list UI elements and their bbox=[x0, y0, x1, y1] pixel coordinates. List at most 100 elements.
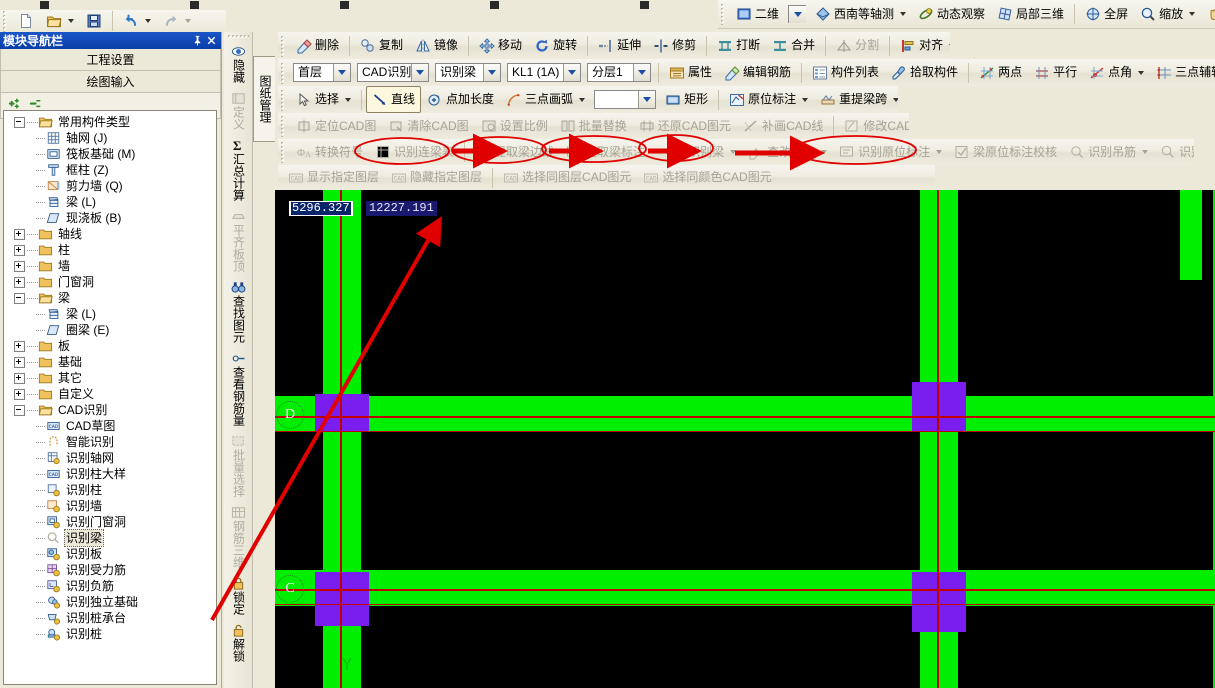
layer-button-hide-specified-layer[interactable]: CAD 隐藏指定图层 bbox=[385, 164, 488, 191]
draw-button-line[interactable]: 直线 bbox=[366, 86, 422, 113]
vbar-button-define[interactable]: 定义 bbox=[224, 88, 252, 135]
edit-button-extend[interactable]: 延伸 bbox=[592, 32, 647, 59]
tree-item-0[interactable]: 常用构件类型 bbox=[4, 114, 216, 130]
menu-item-2[interactable] bbox=[340, 1, 349, 9]
layer-button-select-same-color-cad-element[interactable]: CAD 选择同颜色CAD图元 bbox=[637, 164, 777, 191]
expand-icon[interactable] bbox=[14, 276, 25, 288]
tree-item-19[interactable]: CAD CAD草图 bbox=[4, 418, 216, 434]
cad-button-set-scale[interactable]: 设置比例 bbox=[475, 113, 554, 140]
navigator-row-drawing-input[interactable]: 绘图输入 bbox=[0, 71, 221, 93]
chevron-down-icon[interactable] bbox=[145, 19, 151, 23]
draw-button-three-point-arc[interactable]: 三点画弧 bbox=[500, 86, 591, 113]
view-button-fullscreen[interactable]: 全屏 bbox=[1079, 1, 1134, 28]
tree-item-23[interactable]: 识别柱 bbox=[4, 482, 216, 498]
chevron-down-icon[interactable] bbox=[563, 64, 580, 81]
view-button-sw-isometric[interactable]: 西南等轴测 bbox=[809, 1, 912, 28]
column-c-2[interactable] bbox=[912, 572, 966, 632]
chevron-down-icon[interactable] bbox=[579, 97, 586, 102]
vbar-button-flush-slab-top[interactable]: 平齐板顶 bbox=[224, 206, 252, 277]
collapse-icon[interactable] bbox=[14, 292, 25, 304]
tree-item-24[interactable]: 识别墙 bbox=[4, 498, 216, 514]
context-button-parallel[interactable]: 平行 bbox=[1028, 59, 1083, 86]
toolbar-grip[interactable] bbox=[280, 88, 288, 111]
draw-button-point-add-length[interactable]: 点加长度 bbox=[421, 86, 500, 113]
layer-button-show-specified-layer[interactable]: CAD 显示指定图层 bbox=[282, 164, 385, 191]
open-button[interactable] bbox=[40, 8, 80, 35]
toolbar-grip[interactable] bbox=[280, 141, 288, 163]
context-layer-select[interactable]: 分层1 bbox=[587, 63, 651, 82]
view-two-d-dropdown[interactable] bbox=[788, 5, 807, 23]
chevron-down-icon[interactable] bbox=[185, 19, 191, 23]
beam-button-extract-beam-annotation[interactable]: 提取梁标注 bbox=[560, 139, 663, 166]
tree-item-16[interactable]: 其它 bbox=[4, 370, 216, 386]
component-tree[interactable]: 常用构件类型 轴网 (J) 筏板基础 (M) 框柱 (Z) 剪力墙 (Q) 梁 (L) 现浇… bbox=[3, 110, 217, 685]
chevron-down-icon[interactable] bbox=[68, 19, 74, 23]
edit-button-break[interactable]: 打断 bbox=[711, 32, 766, 59]
tree-item-14[interactable]: 板 bbox=[4, 338, 216, 354]
tree-item-18[interactable]: CAD识别 bbox=[4, 402, 216, 418]
cad-button-supplement-cad-line[interactable]: 补画CAD线 bbox=[737, 113, 829, 140]
context-button-pick-component[interactable]: 拾取构件 bbox=[885, 59, 964, 86]
view-button-zoom[interactable]: 缩放 bbox=[1134, 1, 1201, 28]
chevron-down-icon[interactable] bbox=[333, 64, 350, 81]
tree-item-2[interactable]: 筏板基础 (M) bbox=[4, 146, 216, 162]
cad-button-batch-replace[interactable]: 批量替换 bbox=[554, 113, 633, 140]
context-function-select[interactable]: 识别梁 bbox=[435, 63, 501, 82]
tree-item-27[interactable]: 识别板 bbox=[4, 546, 216, 562]
draw-button-select[interactable]: 选择 bbox=[290, 86, 357, 113]
chevron-down-icon[interactable] bbox=[821, 150, 828, 154]
beam-vertical-far[interactable] bbox=[1180, 190, 1202, 280]
tree-item-26[interactable]: 识别梁 bbox=[4, 529, 216, 547]
expand-icon[interactable] bbox=[14, 260, 25, 272]
toolbar-grip[interactable] bbox=[2, 10, 10, 32]
beam-button-recognize-coupling-beam-table[interactable]: 识别连梁表 bbox=[369, 139, 460, 166]
vbar-button-rebar-3d[interactable]: 钢筋三维 bbox=[224, 502, 252, 573]
tree-item-7[interactable]: 轴线 bbox=[4, 226, 216, 242]
new-button[interactable] bbox=[12, 8, 40, 35]
context-floor-select[interactable]: 首层 bbox=[293, 63, 351, 82]
edit-button-trim[interactable]: 修剪 bbox=[647, 32, 702, 59]
beam-horizontal-top-stub[interactable] bbox=[958, 396, 1183, 432]
vbar-button-lock[interactable]: 锁定 bbox=[224, 573, 252, 620]
redo-button[interactable] bbox=[157, 8, 197, 35]
beam-button-recognize-hanging-rebar[interactable]: 识别吊筋 bbox=[1063, 139, 1154, 166]
beam-button-check-modify-support[interactable]: 查改支座 bbox=[742, 139, 833, 166]
beam-button-recognize-beam[interactable]: 识别梁 bbox=[663, 139, 742, 166]
context-button-component-list[interactable]: 构件列表 bbox=[806, 59, 885, 86]
drawing-canvas[interactable]: D C 5296.327 12227.191 bbox=[275, 190, 1215, 688]
column-c-1[interactable] bbox=[315, 572, 369, 626]
tree-item-22[interactable]: CAD 识别柱大样 bbox=[4, 466, 216, 482]
tree-item-28[interactable]: 识别受力筋 bbox=[4, 562, 216, 578]
expand-icon[interactable] bbox=[14, 356, 25, 368]
edit-button-delete[interactable]: 删除 bbox=[290, 32, 345, 59]
sidebar-grip[interactable] bbox=[227, 34, 249, 40]
toolbar-grip[interactable] bbox=[280, 115, 288, 137]
edit-button-mirror[interactable]: 镜像 bbox=[409, 32, 464, 59]
collapse-icon[interactable] bbox=[14, 404, 25, 416]
chevron-down-icon[interactable] bbox=[483, 64, 500, 81]
cad-button-clear-cad-drawing[interactable]: 清除CAD图 bbox=[382, 113, 474, 140]
tree-item-1[interactable]: 轴网 (J) bbox=[4, 130, 216, 146]
vbar-button-batch-select[interactable]: 批量选择 bbox=[224, 431, 252, 502]
save-button[interactable] bbox=[80, 8, 108, 35]
tree-item-4[interactable]: 剪力墙 (Q) bbox=[4, 178, 216, 194]
expand-icon[interactable] bbox=[14, 372, 25, 384]
cad-button-restore-cad-element[interactable]: 还原CAD图元 bbox=[633, 113, 737, 140]
coordinate-y-input[interactable]: 12227.191 bbox=[366, 201, 437, 216]
vbar-button-hide[interactable]: 隐藏 bbox=[224, 41, 252, 88]
tree-item-29[interactable]: 识别负筋 bbox=[4, 578, 216, 594]
toolbar-grip[interactable] bbox=[280, 61, 288, 84]
expand-icon[interactable] bbox=[14, 388, 25, 400]
edit-button-split[interactable]: 分割 bbox=[830, 32, 885, 59]
context-button-property[interactable]: 属性 bbox=[663, 59, 718, 86]
beam-button-beam-original-annotation-check[interactable]: 梁原位标注校核 bbox=[948, 139, 1063, 166]
pin-icon[interactable] bbox=[190, 34, 204, 48]
beam-button-convert-symbol[interactable]: Φ A 转换符号 bbox=[290, 139, 369, 166]
tree-item-12[interactable]: 梁 (L) bbox=[4, 306, 216, 322]
draw-button-original-annotation[interactable]: 原位标注 bbox=[723, 86, 814, 113]
tree-item-31[interactable]: 识别桩承台 bbox=[4, 610, 216, 626]
toolbar-grip[interactable] bbox=[720, 3, 728, 25]
draw-arc-mode-select[interactable] bbox=[594, 90, 657, 109]
edit-button-copy[interactable]: 复制 bbox=[354, 32, 409, 59]
chevron-down-icon[interactable] bbox=[633, 64, 650, 81]
